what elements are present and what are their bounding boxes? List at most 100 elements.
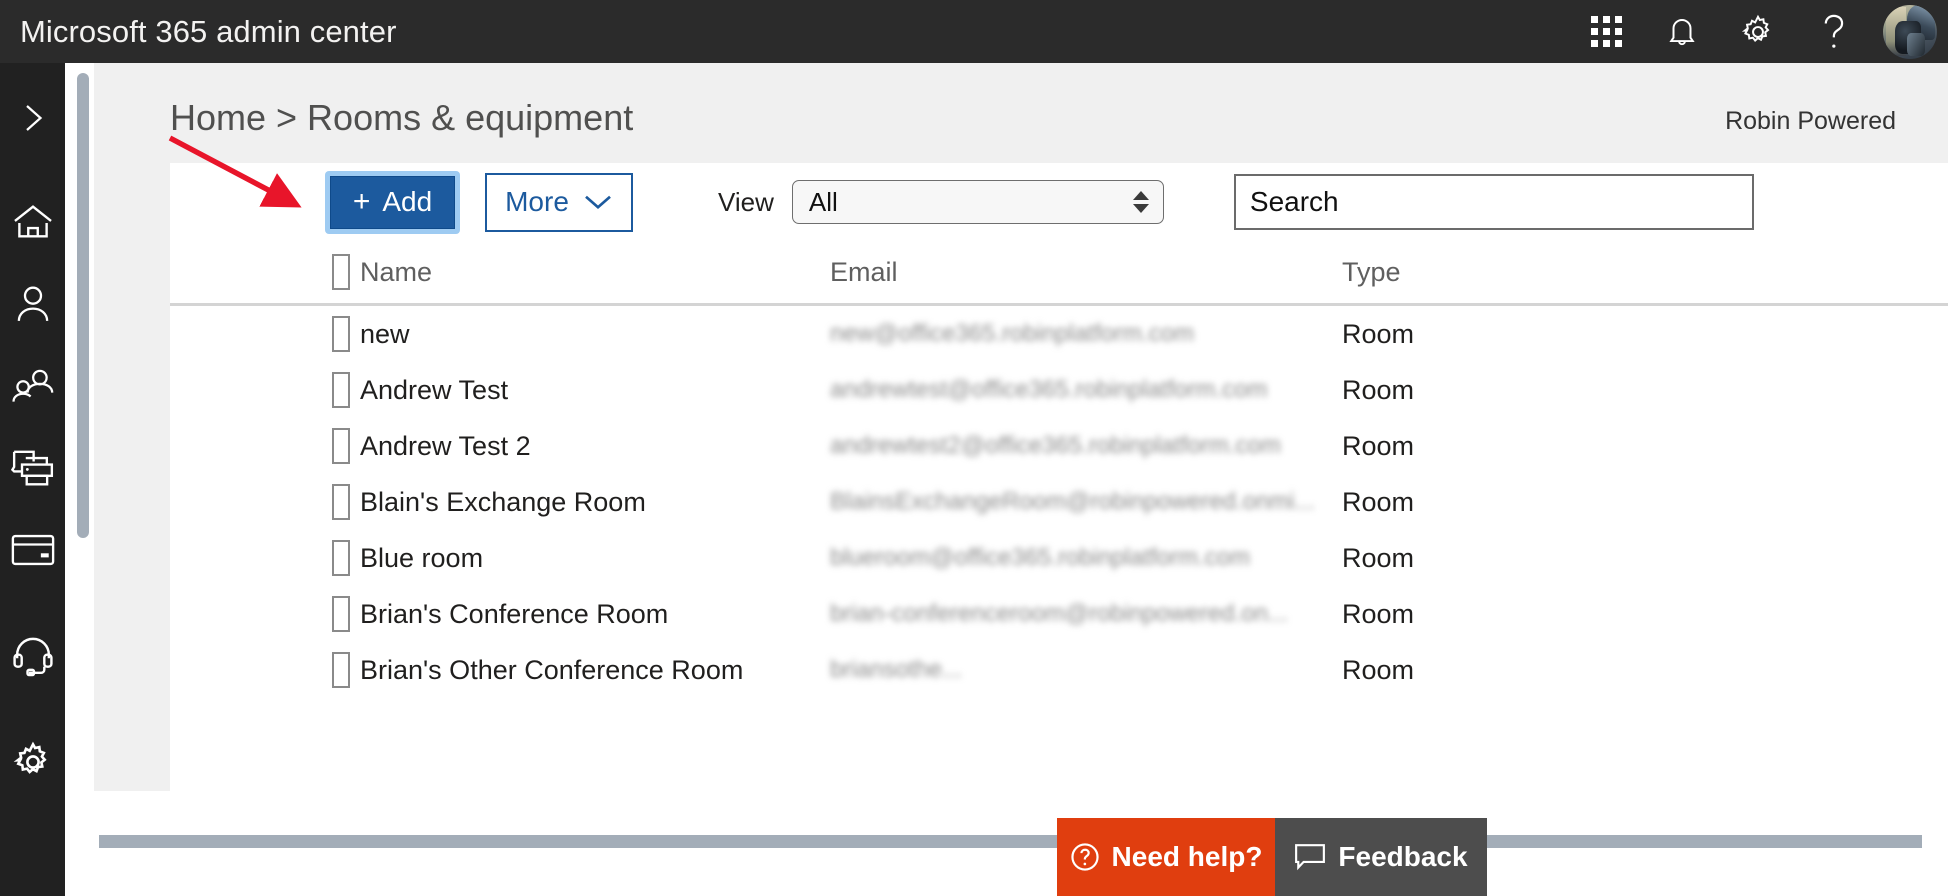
- expand-nav-chevron-icon[interactable]: [0, 77, 65, 159]
- table-row[interactable]: Brian's Conference Room brian-conferencer…: [170, 586, 1948, 642]
- cell-name: Brian's Conference Room: [360, 598, 669, 629]
- row-checkbox-cell: [170, 540, 350, 576]
- row-checkbox-cell: [170, 428, 350, 464]
- suite-icon-group: [1568, 0, 1948, 63]
- chevron-down-icon: [1132, 204, 1149, 213]
- cell-type: Room: [1342, 598, 1415, 629]
- horizontal-scrollbar-thumb[interactable]: [99, 835, 1922, 848]
- plus-icon: +: [352, 185, 371, 218]
- sidebar-item-home[interactable]: [0, 181, 65, 263]
- suite-header-bar: Microsoft 365 admin center: [0, 0, 1948, 63]
- view-select-value: All: [808, 186, 838, 217]
- view-label: View: [718, 186, 774, 217]
- more-button-label: More: [505, 186, 569, 217]
- page-bottom-filler: [65, 851, 1948, 896]
- select-stepper-arrows: [1132, 191, 1149, 213]
- cell-email: briansothe...: [830, 656, 963, 683]
- table-row[interactable]: new new@office365.robinplatform.com Room: [170, 306, 1948, 362]
- row-checkbox-cell: [170, 484, 350, 520]
- cell-type: Room: [1342, 374, 1415, 405]
- page-left-edge: [65, 63, 74, 896]
- help-question-icon[interactable]: [1796, 0, 1872, 63]
- column-header-name[interactable]: Name: [350, 257, 830, 288]
- chat-bubble-icon: [1295, 844, 1326, 871]
- cell-type: Room: [1342, 654, 1415, 685]
- row-checkbox[interactable]: [332, 652, 350, 688]
- row-checkbox-cell: [170, 596, 350, 632]
- cell-type: Room: [1342, 542, 1415, 573]
- table-row[interactable]: Andrew Test andrewtest@office365.robinpla…: [170, 362, 1948, 418]
- sidebar-item-groups[interactable]: [0, 345, 65, 427]
- feedback-label: Feedback: [1338, 841, 1468, 872]
- cell-email: new@office365.robinplatform.com: [830, 320, 1195, 347]
- row-checkbox[interactable]: [332, 596, 350, 632]
- cell-name: new: [360, 318, 410, 349]
- table-row[interactable]: Blue room blueroom@office365.robinplatfor…: [170, 530, 1948, 586]
- search-placeholder: Search: [1249, 186, 1339, 217]
- cell-email: brian-conferenceroom@robinpowered.on...: [830, 600, 1288, 627]
- row-checkbox[interactable]: [332, 540, 350, 576]
- cell-type: Room: [1342, 430, 1415, 461]
- need-help-button[interactable]: Need help?: [1057, 818, 1275, 896]
- table-row[interactable]: Blain's Exchange Room BlainsExchangeRoom@…: [170, 474, 1948, 530]
- app-title: Microsoft 365 admin center: [20, 13, 397, 49]
- cell-type: Room: [1342, 318, 1415, 349]
- row-checkbox[interactable]: [332, 372, 350, 408]
- cell-email: BlainsExchangeRoom@robinpowered.onmi...: [830, 488, 1315, 515]
- vertical-scrollbar-thumb[interactable]: [77, 73, 89, 538]
- more-button[interactable]: More: [485, 172, 633, 232]
- command-bar: + Add More View All Search: [170, 163, 1948, 241]
- app-launcher-icon[interactable]: [1568, 0, 1644, 63]
- content-left-gutter: [94, 163, 170, 791]
- select-all-checkbox[interactable]: [332, 254, 350, 290]
- search-input[interactable]: Search: [1233, 174, 1754, 230]
- cell-name: Blue room: [360, 542, 484, 573]
- rooms-table: Name Email Type new new@office365.robinpl…: [170, 241, 1948, 791]
- view-select[interactable]: All: [791, 180, 1164, 224]
- cell-name: Andrew Test: [360, 374, 509, 405]
- notifications-bell-icon[interactable]: [1644, 0, 1720, 63]
- row-checkbox-cell: [170, 372, 350, 408]
- tenant-name: Robin Powered: [1725, 107, 1896, 135]
- left-navigation-rail: [0, 63, 65, 896]
- sidebar-item-settings[interactable]: [0, 721, 65, 803]
- sidebar-item-billing[interactable]: [0, 509, 65, 591]
- table-row[interactable]: Brian's Other Conference Room briansothe.…: [170, 642, 1948, 698]
- cell-name: Brian's Other Conference Room: [360, 654, 744, 685]
- waffle-grid: [1590, 16, 1622, 47]
- cell-name: Blain's Exchange Room: [360, 486, 646, 517]
- settings-gear-icon[interactable]: [1720, 0, 1796, 63]
- cell-email: andrewtest2@office365.robinplatform.com: [830, 432, 1281, 459]
- sidebar-item-support[interactable]: [0, 615, 65, 697]
- add-button-focus-ring: + Add: [325, 170, 460, 234]
- avatar[interactable]: [1883, 4, 1937, 59]
- avatar-container[interactable]: [1872, 0, 1948, 63]
- cell-email: andrewtest@office365.robinplatform.com: [830, 376, 1268, 403]
- page-header-band: Home > Rooms & equipment Robin Powered: [94, 63, 1948, 163]
- sidebar-item-users[interactable]: [0, 263, 65, 345]
- table-header-row: Name Email Type: [170, 241, 1948, 303]
- feedback-button[interactable]: Feedback: [1275, 818, 1487, 896]
- sidebar-item-devices[interactable]: [0, 427, 65, 509]
- row-checkbox[interactable]: [332, 428, 350, 464]
- row-checkbox[interactable]: [332, 484, 350, 520]
- column-header-email[interactable]: Email: [830, 257, 1320, 288]
- need-help-label: Need help?: [1111, 841, 1263, 872]
- row-checkbox-cell: [170, 652, 350, 688]
- chevron-down-icon: [585, 195, 611, 210]
- add-button-label: Add: [382, 186, 433, 217]
- cell-name: Andrew Test 2: [360, 430, 531, 461]
- cell-email: blueroom@office365.robinplatform.com: [830, 544, 1251, 571]
- table-row[interactable]: Andrew Test 2 andrewtest2@office365.robin…: [170, 418, 1948, 474]
- select-all-checkbox-cell: [170, 254, 350, 290]
- column-header-type[interactable]: Type: [1320, 257, 1620, 288]
- table-body: new new@office365.robinplatform.com Room An…: [170, 306, 1948, 698]
- row-checkbox-cell: [170, 316, 350, 352]
- breadcrumb[interactable]: Home > Rooms & equipment: [170, 97, 633, 139]
- page-content: Home > Rooms & equipment Robin Powered +…: [65, 63, 1948, 896]
- cell-type: Room: [1342, 486, 1415, 517]
- row-checkbox[interactable]: [332, 316, 350, 352]
- add-button[interactable]: + Add: [330, 175, 455, 229]
- question-circle-icon: [1070, 843, 1099, 871]
- chevron-up-icon: [1132, 191, 1149, 200]
